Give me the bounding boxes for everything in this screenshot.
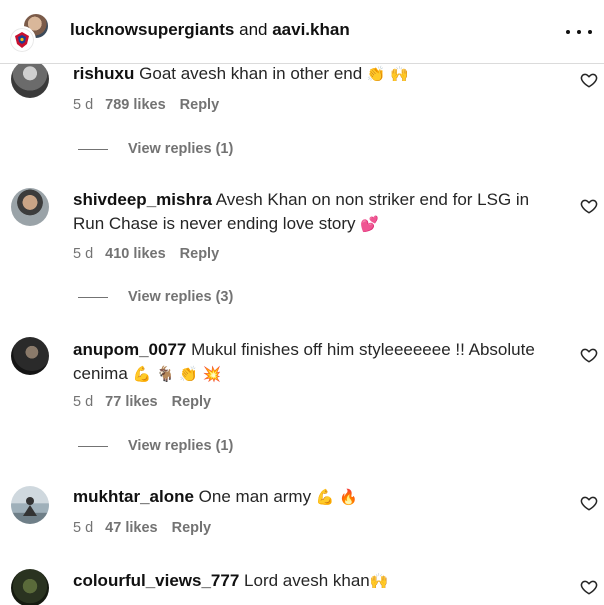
- comment-emoji: 💕: [360, 215, 379, 233]
- divider: [78, 296, 108, 298]
- comment-likes[interactable]: 789 likes: [105, 97, 165, 113]
- avatar-figure: [23, 497, 37, 516]
- comment-username[interactable]: colourful_views_777: [73, 571, 239, 590]
- comment-time: 5 d: [73, 520, 94, 536]
- heart-icon[interactable]: [580, 346, 598, 364]
- author-link[interactable]: lucknowsupergiants: [70, 20, 234, 39]
- more-horizontal-icon[interactable]: [566, 22, 592, 42]
- comment-likes[interactable]: 410 likes: [105, 246, 165, 262]
- reply-button[interactable]: Reply: [172, 520, 212, 536]
- author-link[interactable]: aavi.khan: [272, 20, 350, 39]
- comment-likes[interactable]: 47 likes: [105, 520, 157, 536]
- avatar[interactable]: [11, 60, 49, 98]
- comment-meta: 5 d 789 likes Reply: [73, 97, 219, 113]
- heart-icon[interactable]: [580, 197, 598, 215]
- comment-body: mukhtar_alone One man army 💪 🔥: [73, 485, 553, 509]
- view-replies-label: View replies (1): [128, 438, 234, 454]
- comment-text: One man army: [198, 487, 316, 506]
- comment-body: colourful_views_777 Lord avesh khan🙌: [73, 569, 553, 593]
- heart-icon[interactable]: [580, 71, 598, 89]
- comment-body: shivdeep_mishra Avesh Khan on non strike…: [73, 188, 553, 236]
- reply-button[interactable]: Reply: [180, 97, 220, 113]
- post-header: lucknowsupergiants and aavi.khan: [0, 0, 604, 64]
- comment-username[interactable]: anupom_0077: [73, 340, 186, 359]
- comment-text: Goat avesh khan in other end: [139, 64, 367, 83]
- post-authors: lucknowsupergiants and aavi.khan: [70, 20, 350, 40]
- comment-emoji: 💪 🔥: [315, 488, 358, 506]
- collab-avatars[interactable]: [8, 12, 52, 54]
- comment-body: anupom_0077 Mukul finishes off him style…: [73, 338, 553, 386]
- view-replies-button[interactable]: View replies (1): [78, 438, 233, 454]
- comment-emoji: 💪 🐐 👏 💥: [132, 365, 222, 383]
- view-replies-button[interactable]: View replies (1): [78, 141, 233, 157]
- reply-button[interactable]: Reply: [172, 394, 212, 410]
- comment-username[interactable]: shivdeep_mishra: [73, 190, 212, 209]
- comment-meta: 5 d 77 likes Reply: [73, 394, 211, 410]
- author-conjunction: and: [239, 20, 268, 39]
- avatar[interactable]: [11, 337, 49, 375]
- view-replies-label: View replies (1): [128, 141, 234, 157]
- divider: [78, 445, 108, 447]
- view-replies-button[interactable]: View replies (3): [78, 289, 233, 305]
- comment-username[interactable]: mukhtar_alone: [73, 487, 194, 506]
- comment-time: 5 d: [73, 246, 94, 262]
- avatar[interactable]: [11, 486, 49, 524]
- avatar[interactable]: [11, 188, 49, 226]
- comments-list: rishuxu Goat avesh khan in other end 👏 🙌…: [0, 0, 604, 605]
- comment-text: Lord avesh khan: [244, 571, 370, 590]
- team-logo-icon[interactable]: [8, 26, 36, 54]
- reply-button[interactable]: Reply: [180, 246, 220, 262]
- comment-meta: 5 d 47 likes Reply: [73, 520, 211, 536]
- comment-emoji: 👏 🙌: [366, 65, 410, 83]
- comment-username[interactable]: rishuxu: [73, 64, 134, 83]
- comment-body: rishuxu Goat avesh khan in other end 👏 🙌: [73, 62, 553, 86]
- comment-likes[interactable]: 77 likes: [105, 394, 157, 410]
- comment-meta: 5 d 410 likes Reply: [73, 246, 219, 262]
- heart-icon[interactable]: [580, 494, 598, 512]
- avatar[interactable]: [11, 569, 49, 605]
- comment-time: 5 d: [73, 394, 94, 410]
- heart-icon[interactable]: [580, 578, 598, 596]
- view-replies-label: View replies (3): [128, 289, 234, 305]
- comment-time: 5 d: [73, 97, 94, 113]
- divider: [78, 148, 108, 150]
- comment-emoji: 🙌: [369, 572, 389, 590]
